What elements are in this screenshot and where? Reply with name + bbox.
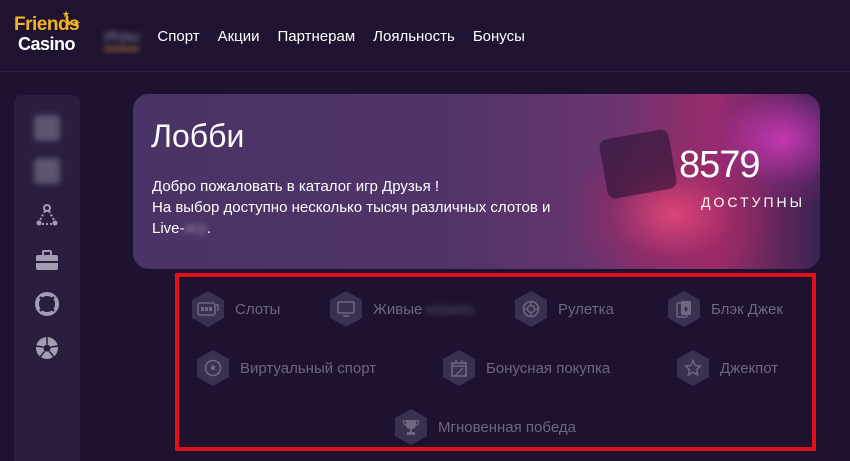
cards-icon (665, 290, 703, 328)
lobby-banner: Лобби Добро пожаловать в каталог игр Дру… (133, 94, 820, 269)
logo-line2: Casino (18, 34, 76, 54)
banner-desc-line1: Добро пожаловать в каталог игр Друзья ! (152, 178, 440, 195)
category-label: Блэк Джек (711, 300, 783, 318)
network-icon[interactable] (34, 203, 60, 229)
banner-desc-blurred: игр (184, 220, 207, 237)
main-nav: Игры Спорт Акции Партнерам Лояльность Бо… (104, 0, 543, 72)
nav-item-loyalty[interactable]: Лояльность (373, 0, 455, 72)
banner-description: Добро пожаловать в каталог игр Друзья ! … (152, 176, 612, 239)
category-slots[interactable]: Слоты (189, 289, 280, 329)
blurred-icon[interactable] (34, 158, 60, 184)
top-header: Friends ★ ★★ Casino Игры Спорт Акции Пар… (0, 0, 850, 72)
friends-casino-logo[interactable]: Friends ★ ★★ Casino (12, 10, 82, 62)
category-label: Живые казино (373, 301, 473, 318)
category-label: Мгновенная победа (438, 418, 576, 436)
nav-item-sport[interactable]: Спорт (157, 0, 199, 72)
logo-stars-icon: ★ ★★ (62, 9, 81, 28)
monitor-icon (327, 290, 365, 328)
gift-box-icon (440, 349, 478, 387)
category-label: Виртуальный спорт (240, 359, 377, 377)
category-live-casino[interactable]: Живые казино (327, 289, 473, 329)
category-label: Бонусная покупка (486, 359, 611, 377)
nav-item-games[interactable]: Игры (104, 0, 140, 72)
games-count: 8579 (679, 144, 761, 186)
category-virtual-sport[interactable]: Виртуальный спорт (194, 348, 376, 388)
slot-machine-icon (189, 290, 227, 328)
left-sidebar (14, 95, 80, 461)
category-jackpot[interactable]: Джекпот (674, 348, 778, 388)
category-label: Джекпот (720, 359, 779, 377)
category-bonus-buy[interactable]: Бонусная покупка (440, 348, 610, 388)
category-instant-win[interactable]: Мгновенная победа (392, 407, 576, 447)
trophy-icon (392, 408, 430, 446)
category-roulette[interactable]: Рулетка (512, 289, 614, 329)
games-count-label: ДОСТУПНЫ (701, 194, 806, 210)
category-label: Слоты (235, 300, 281, 318)
star-icon (674, 349, 712, 387)
category-label-blurred: казино (426, 300, 474, 318)
soccer-ball-icon (194, 349, 232, 387)
roulette-icon (512, 290, 550, 328)
page-title: Лобби (151, 118, 245, 154)
briefcase-icon[interactable] (34, 247, 60, 273)
nav-item-promotions[interactable]: Акции (218, 0, 260, 72)
banner-desc-line2: На выбор доступно несколько тысяч различ… (152, 199, 551, 216)
soccer-ball-icon[interactable] (34, 335, 60, 361)
category-label-live: Живые (373, 300, 423, 318)
blurred-icon[interactable] (34, 115, 60, 141)
banner-desc-end: . (206, 220, 211, 237)
category-label: Рулетка (558, 300, 614, 318)
category-blackjack[interactable]: Блэк Джек (665, 289, 783, 329)
nav-item-partners[interactable]: Партнерам (278, 0, 356, 72)
nav-item-bonuses[interactable]: Бонусы (473, 0, 525, 72)
lifebuoy-icon[interactable] (34, 291, 60, 317)
banner-desc-line3: Live-игр. (152, 218, 612, 239)
banner-desc-live: Live- (152, 220, 185, 237)
